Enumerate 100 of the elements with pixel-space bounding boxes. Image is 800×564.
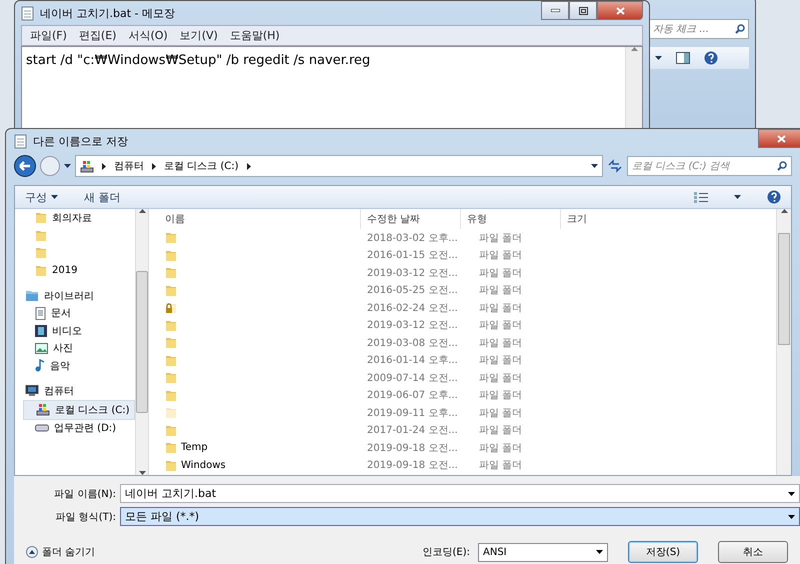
folder-icon [165,371,177,384]
close-icon [776,134,786,142]
help-icon[interactable] [767,190,781,204]
hide-folders-button[interactable]: 폴더 숨기기 [26,545,96,559]
menu-item[interactable]: 도움말(H) [230,28,280,43]
maximize-button[interactable] [569,1,597,20]
nav-item[interactable]: 회의자료 [23,209,135,226]
file-type: 파일 폴더 [478,302,524,315]
refresh-icon[interactable] [607,159,623,173]
caret-down-icon [788,492,795,496]
file-type: 파일 폴더 [478,372,524,385]
menu-item[interactable]: 보기(V) [180,28,218,43]
date-modified: 2017-01-24 오전... [366,424,459,438]
caret-down-icon [788,514,795,518]
address-bar[interactable]: 컴퓨터 로컬 디스크 (C:) [75,155,603,177]
file-type: 파일 폴더 [478,389,524,402]
menu-item[interactable]: 서식(O) [128,28,168,43]
picture-icon [35,342,48,354]
caret-down-icon[interactable] [734,195,741,199]
folder-icon [165,318,177,332]
date-modified: 2019-03-12 오전... [366,319,459,332]
file-type: 파일 폴더 [478,424,524,438]
search-field[interactable]: 로컬 디스크 (C:) 검색 [627,156,792,176]
chevron-right-icon[interactable] [102,162,106,170]
expand-up-icon [26,546,38,558]
editor-text: start /d "c:₩Windows₩Setup" /b regedit /s naver.reg [25,52,372,70]
combo-box[interactable]: 모든 파일 (*.*) [120,507,800,526]
scroll-thumb[interactable] [778,233,790,345]
caret-down-icon[interactable] [591,164,598,168]
file-type: 파일 폴더 [478,459,524,472]
folder-icon [165,354,177,367]
minimize-icon [550,9,560,12]
close-button[interactable] [758,129,800,148]
file-type: 파일 폴더 [478,406,524,420]
new-folder-button[interactable]: 새 폴더 [84,190,120,204]
drive-icon [80,160,94,172]
folder-icon [165,248,177,262]
notepad-icon [21,6,34,20]
search-placeholder: 로컬 디스크 (C:) 검색 [632,160,730,173]
field-value: 네이버 고치기.bat [125,486,216,501]
file-type: 파일 폴더 [478,442,524,455]
date-modified: 2019-09-18 오전... [366,442,459,455]
notepad-icon [14,134,27,148]
nav-item[interactable]: 비디오 [23,322,135,340]
date-modified: 2019-03-12 오전... [366,266,459,280]
nav-item[interactable]: 컴퓨터 [23,382,135,400]
window-title: 네이버 고치기.bat - 메모장 [40,6,176,20]
date-modified: 2019-03-08 오전... [366,336,459,350]
folder-icon [35,211,47,224]
nav-item[interactable]: 업무관련 (D:) [23,420,135,437]
date-modified: 2016-01-15 오전... [366,249,459,262]
restore-icon [578,6,588,14]
search-field[interactable]: 자동 체크 ... [649,19,749,39]
scrollbar[interactable] [776,209,791,475]
cancel-button[interactable]: 취소 [718,541,788,563]
nav-item[interactable]: 2019 [23,262,135,279]
library-icon [25,290,39,302]
save-button[interactable]: 저장(S) [628,541,698,563]
minimize-button[interactable] [541,1,569,20]
scrollbar[interactable] [135,209,148,475]
folder-icon [165,284,177,297]
search-icon[interactable] [777,161,787,171]
preview-pane-icon[interactable] [676,52,690,64]
combo-box[interactable]: 네이버 고치기.bat [120,484,800,503]
file-name: Windows [149,458,361,472]
organize-button[interactable]: 구성 [25,190,58,204]
film-icon [35,324,47,337]
drive-icon [35,424,49,432]
scrollbar[interactable] [625,47,642,128]
music-note-icon [35,359,45,372]
nav-item[interactable]: 라이브러리 [23,287,135,304]
nav-item[interactable]: 로컬 디스크 (C:) [23,400,135,420]
nav-item[interactable]: 음악 [23,357,135,374]
caret-down-icon[interactable] [64,164,71,168]
scroll-thumb[interactable] [136,271,148,413]
folder-icon [165,336,177,350]
chevron-right-icon[interactable] [246,162,251,170]
folder-icon [165,424,177,437]
encoding-dropdown[interactable]: ANSI [478,542,608,562]
help-icon[interactable] [704,51,718,65]
menu-item[interactable]: 파일(F) [30,28,67,43]
date-modified: 2016-02-24 오전... [366,302,459,315]
computer-icon [25,385,39,398]
close-button[interactable] [597,1,643,20]
breadcrumb-item[interactable]: 컴퓨터 [114,159,144,173]
dialog-title: 다른 이름으로 저장 [33,134,129,148]
chevron-right-icon[interactable] [152,162,156,170]
file-type: 파일 폴더 [478,354,524,368]
dropdown-value: ANSI [483,546,507,558]
search-icon[interactable] [735,24,745,34]
view-options-icon[interactable] [694,192,708,202]
nav-item[interactable]: 문서 [23,304,135,322]
folder-icon [165,458,177,472]
menu-item[interactable]: 편집(E) [78,28,116,43]
breadcrumb-item[interactable]: 로컬 디스크 (C:) [164,159,239,173]
encoding-label: 인코딩(E): [422,546,470,559]
nav-item[interactable]: 사진 [23,340,135,357]
text-editor[interactable]: start /d "c:₩Windows₩Setup" /b regedit /s naver.reg [21,46,643,129]
caret-down-icon [596,550,603,554]
caret-down-icon[interactable] [655,56,662,60]
